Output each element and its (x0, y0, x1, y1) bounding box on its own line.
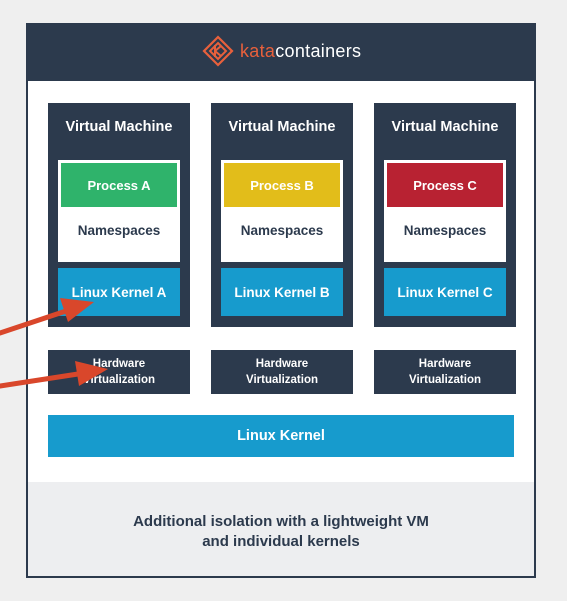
arrow-to-hardware-virtualization (0, 361, 108, 389)
arrow-to-linux-kernel-a (0, 298, 94, 336)
annotation-arrows (0, 298, 108, 389)
